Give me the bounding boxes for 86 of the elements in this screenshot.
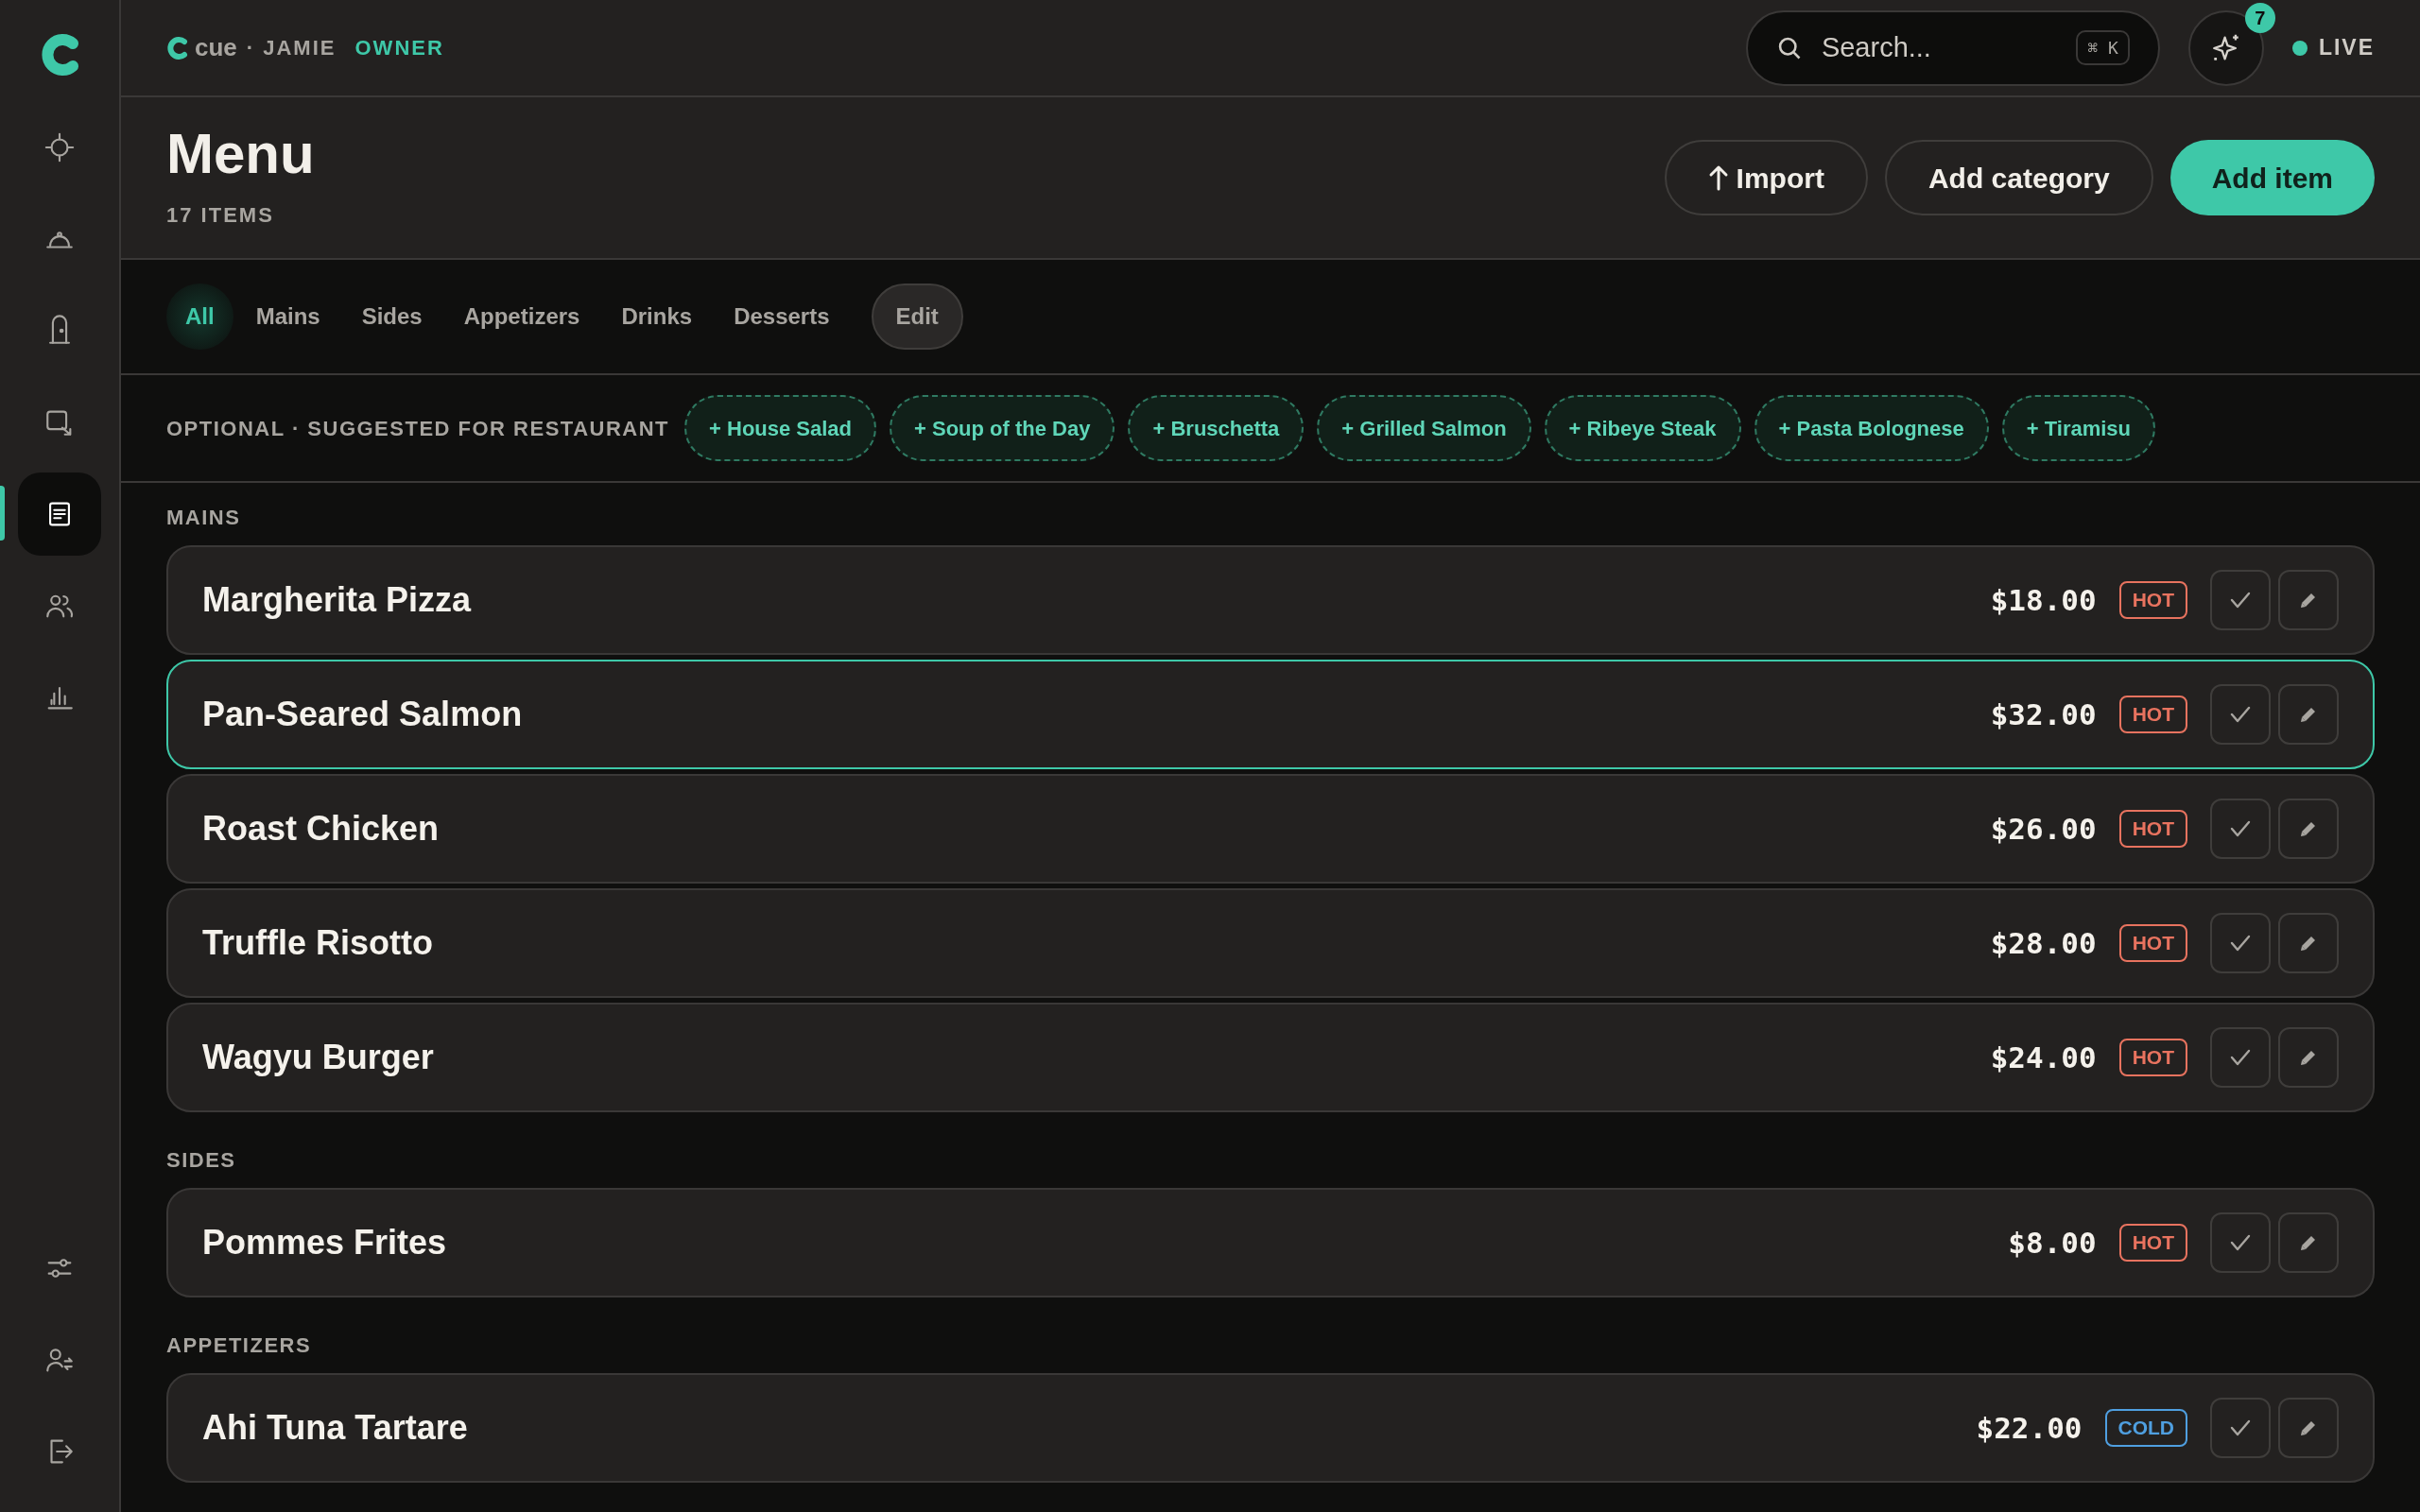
- suggestion-chip[interactable]: + House Salad: [684, 395, 877, 461]
- page-title: Menu: [166, 125, 315, 182]
- confirm-button[interactable]: [2210, 1398, 2271, 1458]
- menu-item-card[interactable]: Margherita Pizza $18.00 HOT: [166, 545, 2375, 655]
- edit-button[interactable]: Edit: [871, 284, 963, 350]
- suggestion-chip[interactable]: + Tiramisu: [2001, 395, 2156, 461]
- temperature-tag: HOT: [2118, 1224, 2187, 1262]
- category-tab[interactable]: Appetizers: [444, 284, 599, 350]
- edit-item-button[interactable]: [2278, 684, 2339, 745]
- menu-item-card[interactable]: Pommes Frites $8.00 HOT: [166, 1188, 2375, 1297]
- temperature-tag: HOT: [2118, 696, 2187, 733]
- confirm-button[interactable]: [2210, 913, 2271, 973]
- edit-item-button[interactable]: [2278, 570, 2339, 630]
- temperature-tag: HOT: [2118, 924, 2187, 962]
- target-icon: [43, 131, 76, 163]
- check-icon: [2230, 1048, 2251, 1067]
- suggestion-chip[interactable]: + Grilled Salmon: [1317, 395, 1531, 461]
- item-price: $32.00: [1990, 696, 2097, 733]
- temperature-tag: HOT: [2118, 1039, 2187, 1076]
- suggestion-chip[interactable]: + Ribeye Steak: [1544, 395, 1741, 461]
- item-count: 17 ITEMS: [166, 201, 275, 229]
- item-name: Truffle Risotto: [202, 922, 433, 964]
- search-input[interactable]: Search...: [1821, 26, 2077, 69]
- item-price: $28.00: [1990, 924, 2097, 962]
- item-name: Roast Chicken: [202, 808, 440, 850]
- temperature-tag: HOT: [2118, 581, 2187, 619]
- import-button[interactable]: Import: [1664, 140, 1868, 215]
- suggestion-chip[interactable]: + Pasta Bolognese: [1754, 395, 1989, 461]
- item-name: Pommes Frites: [202, 1222, 447, 1263]
- confirm-button[interactable]: [2210, 1212, 2271, 1273]
- item-price: $24.00: [1990, 1039, 2097, 1076]
- brand-name: cue: [195, 32, 237, 63]
- nav-item[interactable]: [18, 472, 101, 556]
- menu-item-card[interactable]: Ahi Tuna Tartare $22.00 COLD: [166, 1373, 2375, 1483]
- add-item-button[interactable]: Add item: [2169, 140, 2375, 215]
- role-label: OWNER: [354, 35, 444, 61]
- notification-badge: 7: [2244, 2, 2275, 33]
- edit-item-button[interactable]: [2278, 799, 2339, 859]
- confirm-button[interactable]: [2210, 684, 2271, 745]
- edit-item-button[interactable]: [2278, 1398, 2339, 1458]
- menu-item-card[interactable]: Roast Chicken $26.00 HOT: [166, 774, 2375, 884]
- category-tab[interactable]: All: [166, 284, 233, 350]
- confirm-button[interactable]: [2210, 1027, 2271, 1088]
- logo-icon: [166, 35, 189, 60]
- item-price: $8.00: [2008, 1224, 2097, 1262]
- menu-item-card[interactable]: Pan-Seared Salmon $32.00 HOT: [166, 660, 2375, 769]
- check-icon: [2230, 819, 2251, 838]
- section-title: SIDES: [166, 1150, 237, 1171]
- shortcut-hint: ⌘ K: [2076, 30, 2130, 65]
- item-price: $18.00: [1990, 581, 2097, 619]
- search-field[interactable]: Search... ⌘ K: [1745, 9, 2160, 86]
- check-icon: [2230, 934, 2251, 953]
- item-name: Pan-Seared Salmon: [202, 694, 523, 735]
- check-icon: [2230, 1418, 2251, 1437]
- item-name: Ahi Tuna Tartare: [202, 1407, 468, 1449]
- category-tab[interactable]: Mains: [236, 284, 339, 350]
- item-price: $22.00: [1976, 1409, 2083, 1447]
- item-name: Wagyu Burger: [202, 1037, 434, 1078]
- section-title: APPETIZERS: [166, 1335, 313, 1356]
- category-tab[interactable]: Drinks: [602, 284, 712, 350]
- logo-icon: [39, 32, 80, 77]
- active-indicator: [0, 486, 5, 541]
- section-title: MAINS: [166, 507, 242, 528]
- arrow-up-icon: [1707, 164, 1729, 191]
- item-price: $26.00: [1990, 810, 2097, 848]
- confirm-button[interactable]: [2210, 570, 2271, 630]
- edit-item-button[interactable]: [2278, 913, 2339, 973]
- menu-item-card[interactable]: Wagyu Burger $24.00 HOT: [166, 1003, 2375, 1112]
- menu-item-card[interactable]: Truffle Risotto $28.00 HOT: [166, 888, 2375, 998]
- suggestion-chip[interactable]: + Bruschetta: [1128, 395, 1305, 461]
- check-icon: [2230, 1233, 2251, 1252]
- category-tab[interactable]: Sides: [342, 284, 441, 350]
- user-name: · JAMIE: [246, 35, 337, 61]
- suggestions-label: OPTIONAL · SUGGESTED FOR RESTAURANT: [166, 415, 670, 442]
- edit-item-button[interactable]: [2278, 1027, 2339, 1088]
- temperature-tag: HOT: [2118, 810, 2187, 848]
- check-icon: [2230, 705, 2251, 724]
- confirm-button[interactable]: [2210, 799, 2271, 859]
- edit-item-button[interactable]: [2278, 1212, 2339, 1273]
- category-tab[interactable]: Desserts: [715, 284, 849, 350]
- suggestion-chip[interactable]: + Soup of the Day: [890, 395, 1115, 461]
- status-label: LIVE: [2318, 34, 2375, 62]
- temperature-tag: COLD: [2104, 1409, 2187, 1447]
- item-name: Margherita Pizza: [202, 579, 472, 621]
- check-icon: [2230, 591, 2251, 610]
- add-category-button[interactable]: Add category: [1884, 140, 2153, 215]
